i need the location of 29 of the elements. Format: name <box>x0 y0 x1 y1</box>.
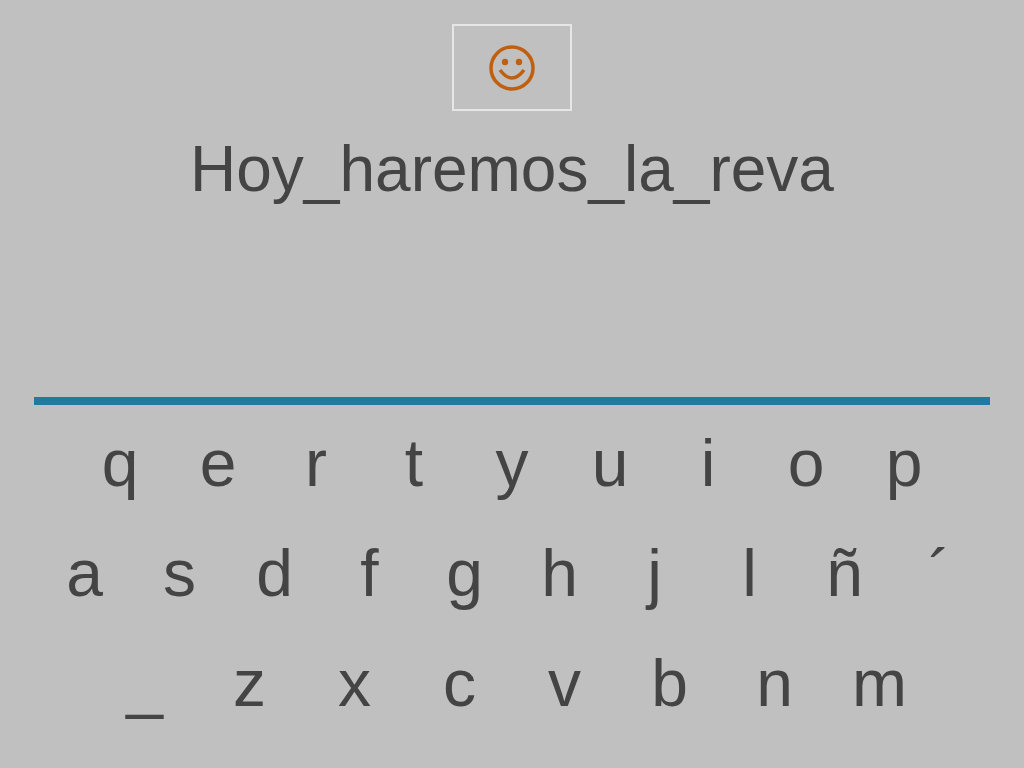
letter-key[interactable]: m <box>827 645 932 721</box>
letter-key[interactable]: b <box>617 645 722 721</box>
letter-key[interactable]: g <box>417 535 512 611</box>
letter-key[interactable]: z <box>197 645 302 721</box>
letter-key[interactable]: n <box>722 645 827 721</box>
letter-key[interactable]: p <box>855 425 953 501</box>
letter-key[interactable]: ñ <box>797 535 892 611</box>
letter-key[interactable]: u <box>561 425 659 501</box>
letter-key[interactable]: f <box>322 535 417 611</box>
phrase-text: Hoy_haremos_la_reva <box>190 133 834 205</box>
letter-key[interactable]: a <box>37 535 132 611</box>
smiley-icon <box>488 43 536 92</box>
letter-key[interactable]: e <box>169 425 267 501</box>
letter-key[interactable]: h <box>512 535 607 611</box>
letter-key[interactable]: i <box>659 425 757 501</box>
letter-key[interactable]: d <box>227 535 322 611</box>
letter-key[interactable]: ´ <box>892 535 987 611</box>
letter-key[interactable]: _ <box>92 645 197 721</box>
letter-key[interactable]: s <box>132 535 227 611</box>
letter-key[interactable]: q <box>71 425 169 501</box>
letter-key[interactable]: j <box>607 535 702 611</box>
letter-key[interactable]: c <box>407 645 512 721</box>
letter-key[interactable]: r <box>267 425 365 501</box>
letter-key[interactable]: t <box>365 425 463 501</box>
letter-key[interactable]: x <box>302 645 407 721</box>
letter-key[interactable]: v <box>512 645 617 721</box>
letter-key[interactable]: l <box>702 535 797 611</box>
letter-key[interactable]: o <box>757 425 855 501</box>
letter-key[interactable]: y <box>463 425 561 501</box>
